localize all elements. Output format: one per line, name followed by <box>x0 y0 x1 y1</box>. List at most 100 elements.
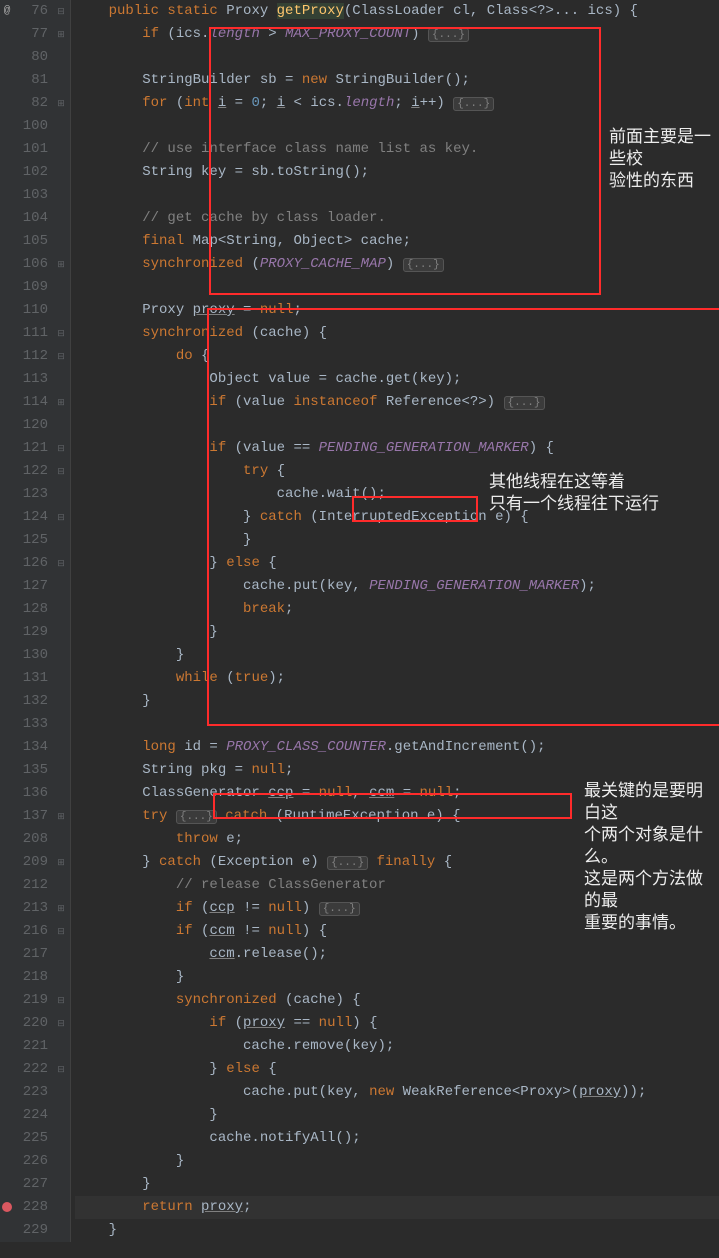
code-line[interactable]: // use interface class name list as key. <box>75 138 719 161</box>
code-line[interactable]: cache.put(key, new WeakReference<Proxy>(… <box>75 1081 719 1104</box>
code-area[interactable]: public static Proxy getProxy(ClassLoader… <box>71 0 719 1242</box>
code-line[interactable]: } <box>75 1219 719 1242</box>
code-line[interactable]: } catch (InterruptedException e) { <box>75 506 719 529</box>
code-line[interactable]: Proxy proxy = null; <box>75 299 719 322</box>
token: (cache) { <box>277 992 361 1008</box>
code-line[interactable]: synchronized (PROXY_CACHE_MAP) {...} <box>75 253 719 276</box>
code-line[interactable]: ccm.release(); <box>75 943 719 966</box>
fold-marker[interactable]: ⊟ <box>56 1012 70 1035</box>
fold-marker[interactable]: ⊞ <box>56 805 70 828</box>
code-line[interactable]: if (value instanceof Reference<?>) {...} <box>75 391 719 414</box>
fold-marker[interactable]: ⊞ <box>56 92 70 115</box>
code-line[interactable]: break; <box>75 598 719 621</box>
token: if <box>209 1015 226 1031</box>
fold-marker[interactable]: ⊟ <box>56 322 70 345</box>
code-line[interactable]: for (int i = 0; i < ics.length; i++) {..… <box>75 92 719 115</box>
fold-marker[interactable]: ⊞ <box>56 253 70 276</box>
code-line[interactable]: synchronized (cache) { <box>75 989 719 1012</box>
code-line[interactable]: cache.notifyAll(); <box>75 1127 719 1150</box>
code-line[interactable]: ClassGenerator ccp = null, ccm = null; <box>75 782 719 805</box>
code-line[interactable] <box>75 276 719 299</box>
expand-fold-icon[interactable]: ⊞ <box>56 24 66 47</box>
expand-fold-icon[interactable]: ⊞ <box>56 898 66 921</box>
code-line[interactable]: public static Proxy getProxy(ClassLoader… <box>75 0 719 23</box>
fold-marker[interactable]: ⊟ <box>56 506 70 529</box>
fold-marker[interactable]: ⊟ <box>56 460 70 483</box>
code-line[interactable] <box>75 713 719 736</box>
code-line[interactable]: cache.remove(key); <box>75 1035 719 1058</box>
code-editor[interactable]: @ 76778081821001011021031041051061091101… <box>0 0 719 1242</box>
collapse-fold-icon[interactable]: ⊟ <box>56 323 66 346</box>
code-line[interactable]: synchronized (cache) { <box>75 322 719 345</box>
expand-fold-icon[interactable]: ⊞ <box>56 852 66 875</box>
code-line[interactable]: } <box>75 529 719 552</box>
fold-gutter[interactable]: ⊟⊞⊞⊞⊟⊟⊞⊟⊟⊟⊟⊞⊞⊞⊟⊟⊟⊟ <box>56 0 71 1242</box>
code-line[interactable]: } else { <box>75 1058 719 1081</box>
code-line[interactable]: throw e; <box>75 828 719 851</box>
code-line[interactable]: String pkg = null; <box>75 759 719 782</box>
fold-marker[interactable]: ⊞ <box>56 851 70 874</box>
code-line[interactable]: if (ics.length > MAX_PROXY_COUNT) {...} <box>75 23 719 46</box>
fold-marker[interactable]: ⊟ <box>56 1058 70 1081</box>
code-line[interactable]: } <box>75 621 719 644</box>
code-line[interactable]: if (value == PENDING_GENERATION_MARKER) … <box>75 437 719 460</box>
fold-marker <box>56 575 70 598</box>
collapse-fold-icon[interactable]: ⊟ <box>56 346 66 369</box>
fold-marker[interactable]: ⊟ <box>56 920 70 943</box>
code-line[interactable]: // release ClassGenerator <box>75 874 719 897</box>
token: else <box>226 1061 260 1077</box>
expand-fold-icon[interactable]: ⊞ <box>56 806 66 829</box>
code-line[interactable]: if (proxy == null) { <box>75 1012 719 1035</box>
fold-marker[interactable]: ⊟ <box>56 345 70 368</box>
collapse-fold-icon[interactable]: ⊟ <box>56 438 66 461</box>
code-line[interactable]: } <box>75 690 719 713</box>
fold-marker[interactable]: ⊞ <box>56 897 70 920</box>
line-number: 226 <box>18 1150 48 1173</box>
collapse-fold-icon[interactable]: ⊟ <box>56 1 66 24</box>
code-line[interactable]: } else { <box>75 552 719 575</box>
code-line[interactable]: } <box>75 1173 719 1196</box>
collapse-fold-icon[interactable]: ⊟ <box>56 461 66 484</box>
fold-marker[interactable]: ⊟ <box>56 552 70 575</box>
collapse-fold-icon[interactable]: ⊟ <box>56 553 66 576</box>
code-line[interactable]: String key = sb.toString(); <box>75 161 719 184</box>
code-line[interactable]: do { <box>75 345 719 368</box>
expand-fold-icon[interactable]: ⊞ <box>56 93 66 116</box>
code-line[interactable] <box>75 414 719 437</box>
code-line[interactable]: } <box>75 966 719 989</box>
expand-fold-icon[interactable]: ⊞ <box>56 254 66 277</box>
code-line[interactable]: cache.wait(); <box>75 483 719 506</box>
fold-marker[interactable]: ⊞ <box>56 391 70 414</box>
code-line[interactable] <box>75 184 719 207</box>
gutter-marker <box>0 1058 14 1081</box>
code-line[interactable]: } <box>75 644 719 667</box>
code-line[interactable]: return proxy; <box>75 1196 719 1219</box>
expand-fold-icon[interactable]: ⊞ <box>56 392 66 415</box>
code-line[interactable] <box>75 115 719 138</box>
collapse-fold-icon[interactable]: ⊟ <box>56 1013 66 1036</box>
code-line[interactable]: if (ccm != null) { <box>75 920 719 943</box>
code-line[interactable]: StringBuilder sb = new StringBuilder(); <box>75 69 719 92</box>
fold-marker[interactable]: ⊞ <box>56 23 70 46</box>
code-line[interactable]: try {...} catch (RuntimeException e) { <box>75 805 719 828</box>
collapse-fold-icon[interactable]: ⊟ <box>56 921 66 944</box>
collapse-fold-icon[interactable]: ⊟ <box>56 1059 66 1082</box>
code-line[interactable]: while (true); <box>75 667 719 690</box>
code-line[interactable]: cache.put(key, PENDING_GENERATION_MARKER… <box>75 575 719 598</box>
code-line[interactable]: } <box>75 1104 719 1127</box>
collapse-fold-icon[interactable]: ⊟ <box>56 507 66 530</box>
fold-marker[interactable]: ⊟ <box>56 989 70 1012</box>
code-line[interactable]: // get cache by class loader. <box>75 207 719 230</box>
code-line[interactable]: } catch (Exception e) {...} finally { <box>75 851 719 874</box>
code-line[interactable]: } <box>75 1150 719 1173</box>
fold-marker[interactable]: ⊟ <box>56 0 70 23</box>
code-line[interactable]: final Map<String, Object> cache; <box>75 230 719 253</box>
code-line[interactable]: Object value = cache.get(key); <box>75 368 719 391</box>
breakpoint-icon[interactable] <box>2 1202 12 1212</box>
collapse-fold-icon[interactable]: ⊟ <box>56 990 66 1013</box>
code-line[interactable]: long id = PROXY_CLASS_COUNTER.getAndIncr… <box>75 736 719 759</box>
code-line[interactable] <box>75 46 719 69</box>
code-line[interactable]: try { <box>75 460 719 483</box>
fold-marker[interactable]: ⊟ <box>56 437 70 460</box>
code-line[interactable]: if (ccp != null) {...} <box>75 897 719 920</box>
